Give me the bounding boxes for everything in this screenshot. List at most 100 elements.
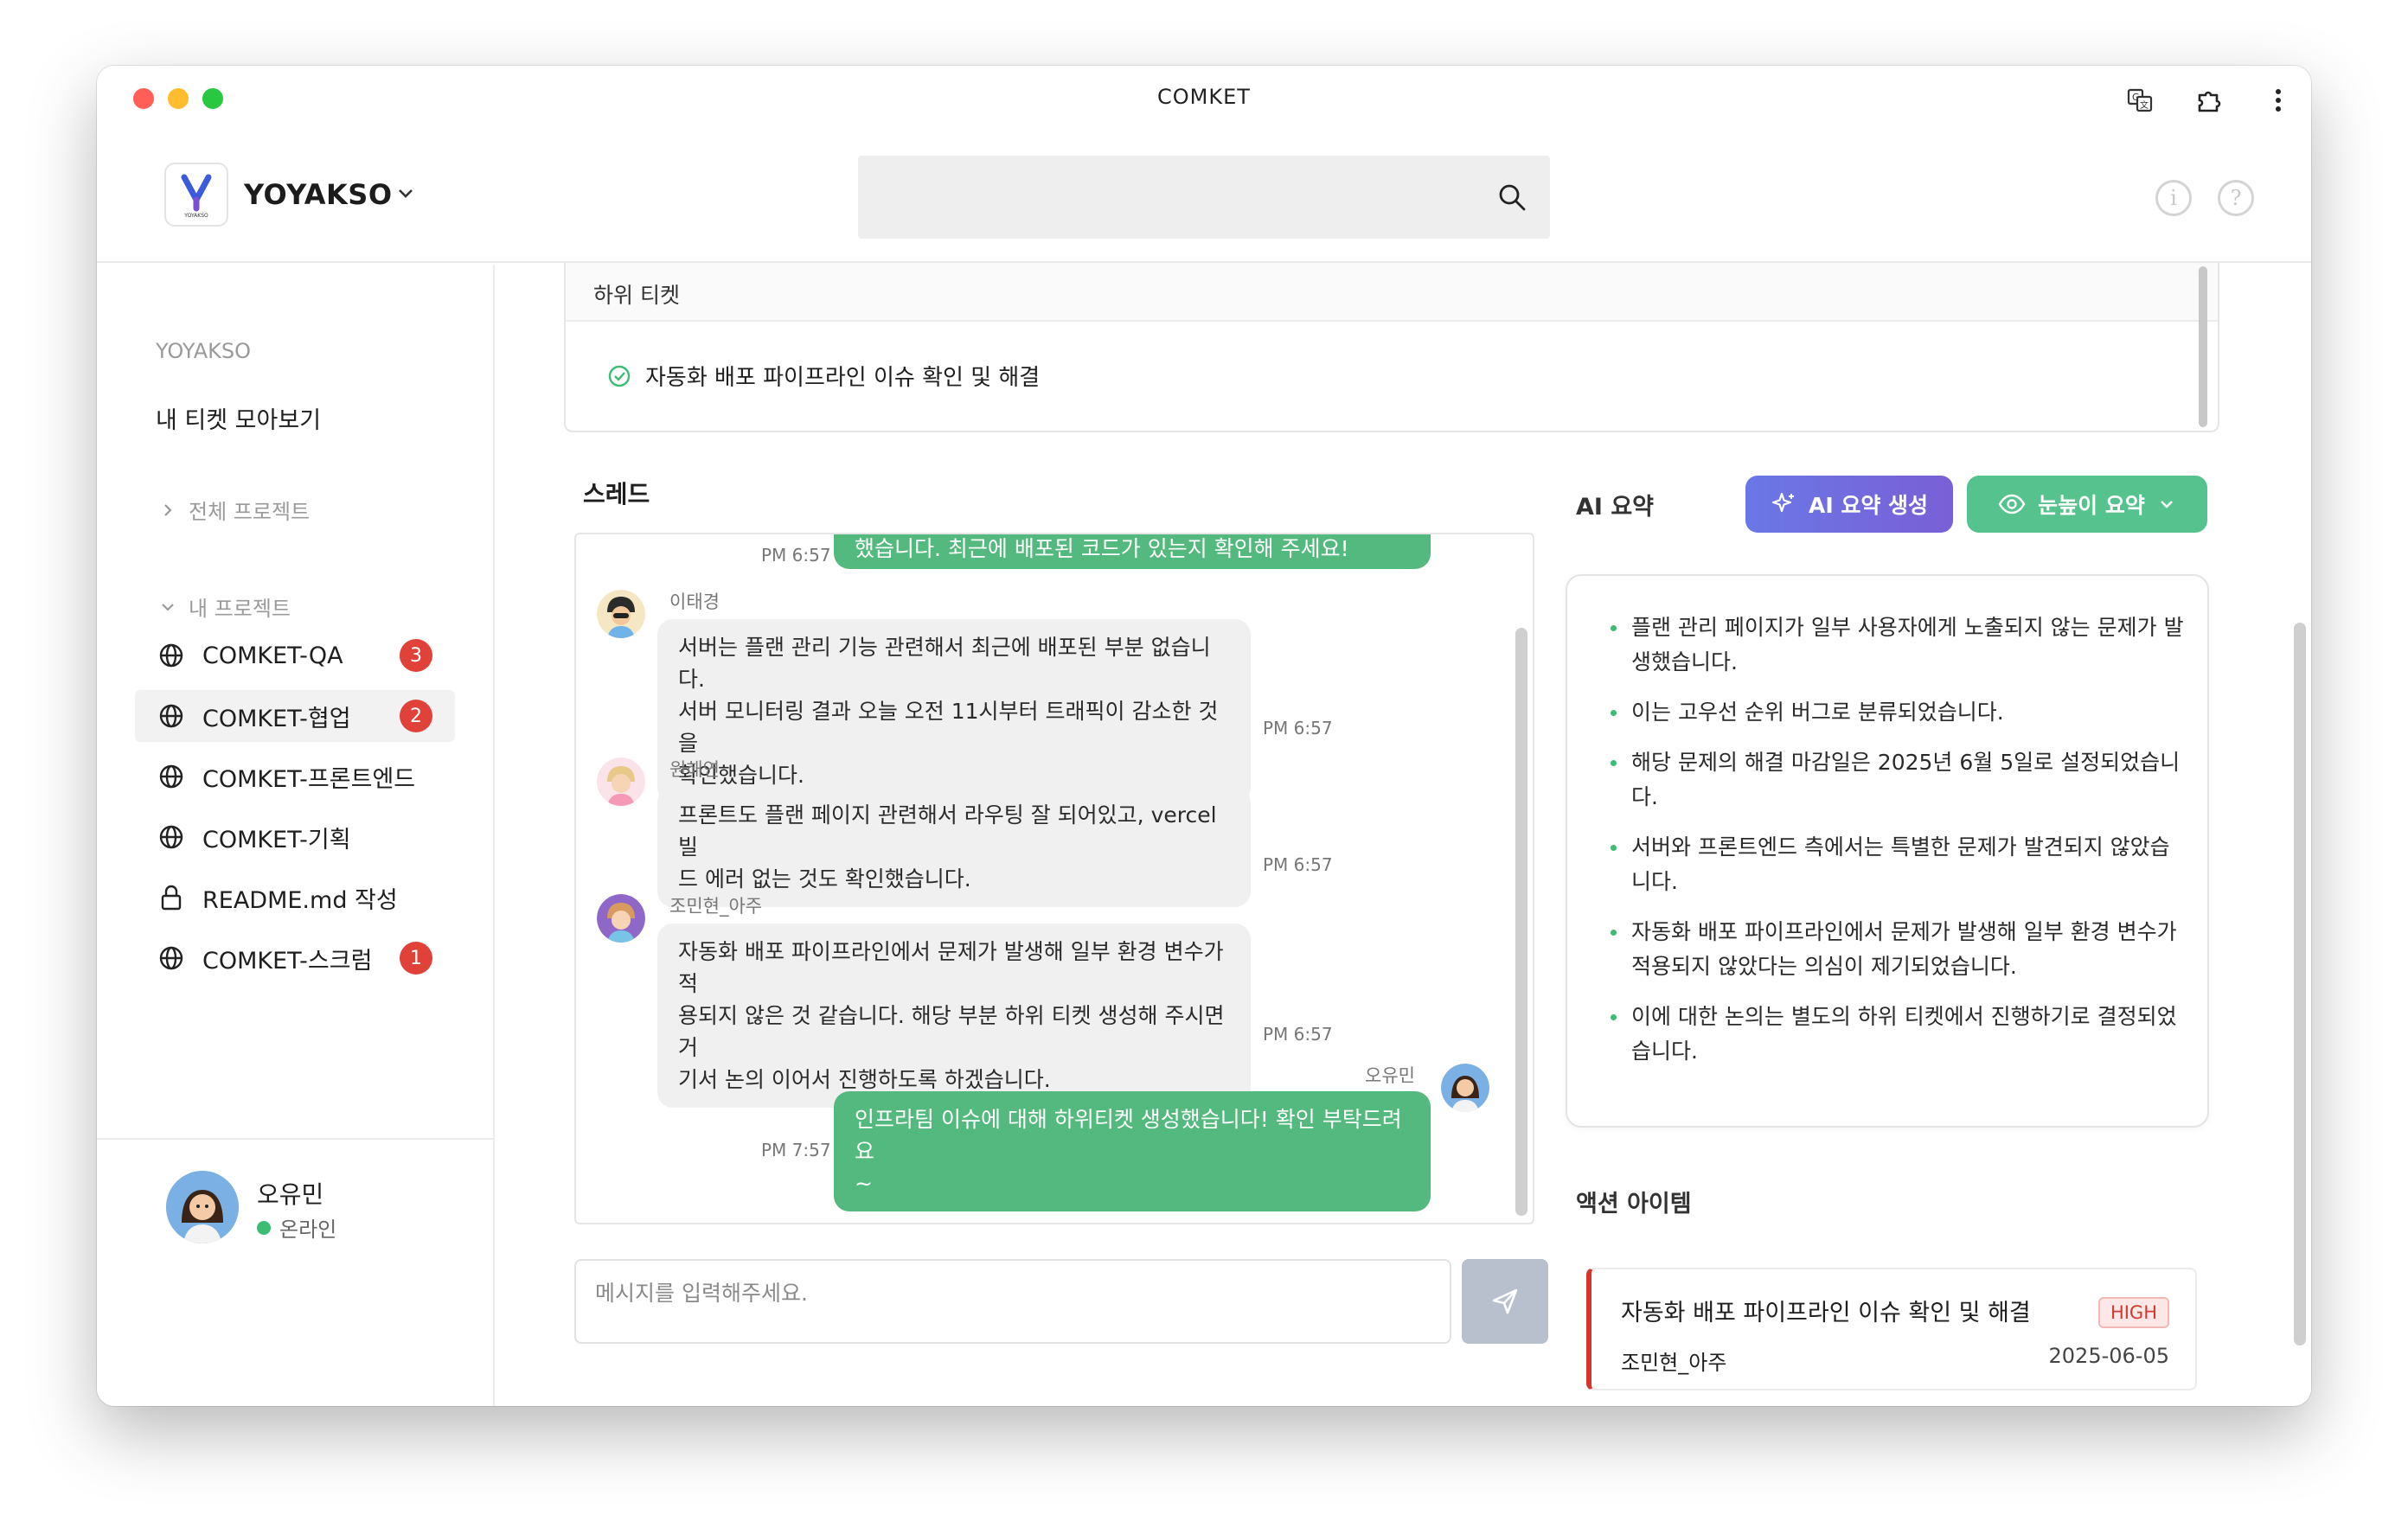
window-title: COMKET: [1157, 85, 1251, 109]
chevron-down-icon: [162, 603, 174, 611]
sidebar-section-label: YOYAKSO: [156, 339, 252, 363]
message-time: PM 6:57: [1263, 1024, 1333, 1045]
sender-avatar[interactable]: [597, 590, 645, 638]
subtickets-card: 하위 티켓 자동화 배포 파이프라인 이슈 확인 및 해결: [564, 263, 2219, 432]
message-sender: 오유민: [1365, 1065, 1415, 1086]
sparkle-icon: [1771, 492, 1794, 513]
message-sender: 원해연: [669, 759, 720, 780]
sidebar-item-comket-frontend[interactable]: COMKET-프론트엔드: [135, 751, 455, 802]
chevron-down-icon: [2161, 501, 2173, 508]
sidebar-item-label: README.md 작성: [202, 886, 398, 914]
check-circle-icon: [608, 365, 631, 387]
sidebar-item-label: COMKET-기획: [202, 826, 351, 853]
my-projects-label: 내 프로젝트: [189, 597, 291, 621]
ai-summary-generate-button[interactable]: AI 요약 생성: [1745, 476, 1953, 533]
all-projects-toggle[interactable]: 전체 프로젝트: [159, 495, 310, 525]
user-avatar[interactable]: [166, 1171, 239, 1243]
message-input-placeholder: 메시지를 입력해주세요.: [595, 1281, 808, 1306]
sidebar-item-comket-qa[interactable]: COMKET-QA 3: [135, 630, 455, 681]
summary-item: 이에 대한 논의는 별도의 하위 티켓에서 진행하기로 결정되었습니다.: [1611, 1000, 2185, 1069]
sidebar-item-label: COMKET-프론트엔드: [202, 765, 416, 793]
send-icon: [1492, 1288, 1518, 1314]
sender-avatar[interactable]: [597, 757, 645, 806]
help-icon[interactable]: ?: [2218, 180, 2254, 216]
thread-scrollbar[interactable]: [1515, 628, 1527, 1216]
user-status: 온라인: [257, 1212, 336, 1243]
subtickets-scrollbar[interactable]: [2199, 266, 2207, 427]
lock-icon: [154, 884, 189, 911]
level-summary-label: 눈높이 요약: [2038, 493, 2145, 518]
workspace-logo[interactable]: YOYAKSO: [164, 163, 228, 227]
translate-icon[interactable]: G文: [2123, 83, 2157, 118]
sidebar-divider: [97, 1138, 495, 1140]
search-icon[interactable]: [1496, 182, 1527, 216]
search-input[interactable]: [858, 156, 1550, 239]
sidebar-item-comket-scrum[interactable]: COMKET-스크럼 1: [135, 932, 455, 984]
subticket-item[interactable]: 자동화 배포 파이프라인 이슈 확인 및 해결: [607, 360, 1040, 392]
action-item-title: 자동화 배포 파이프라인 이슈 확인 및 해결: [1621, 1300, 2031, 1326]
message-time: PM 6:57: [1263, 854, 1333, 875]
thread-title: 스레드: [583, 480, 650, 508]
globe-icon: [154, 642, 189, 669]
unread-badge: 1: [400, 942, 432, 975]
more-vertical-icon[interactable]: [2261, 83, 2296, 118]
message-time: PM 6:57: [1263, 718, 1333, 738]
message-text: 했습니다. 최근에 배포된 코드가 있는지 확인해 주세요!: [855, 536, 1349, 561]
sender-avatar[interactable]: [597, 894, 645, 943]
action-item-assignee: 조민현_아주: [1621, 1351, 1727, 1375]
message-input[interactable]: 메시지를 입력해주세요.: [574, 1259, 1451, 1344]
app-window: COMKET G文 YOYAKSO YOYAKSO i ? YOYAKSO 내 …: [97, 66, 2311, 1406]
action-item-due-date: 2025-06-05: [2048, 1344, 2169, 1368]
sidebar-item-my-tickets[interactable]: 내 티켓 모아보기: [156, 401, 321, 435]
chevron-right-icon: [164, 503, 172, 516]
sidebar-item-readme[interactable]: README.md 작성: [135, 872, 455, 924]
summary-item: 이는 고우선 순위 버그로 분류되었습니다.: [1611, 695, 2185, 730]
priority-badge: HIGH: [2097, 1297, 2169, 1328]
summary-item: 자동화 배포 파이프라인에서 문제가 발생해 일부 환경 변수가 적용되지 않았…: [1611, 915, 2185, 984]
message-bubble-mine: 인프라팀 이슈에 대해 하위티켓 생성했습니다! 확인 부탁드려요 ~: [834, 1091, 1431, 1211]
globe-icon: [154, 763, 189, 790]
message-time: PM 7:57: [761, 1140, 831, 1160]
unread-badge: 3: [400, 639, 432, 672]
ai-summary-list: 플랜 관리 페이지가 일부 사용자에게 노출되지 않는 문제가 발생했습니다. …: [1611, 610, 2185, 1084]
sidebar-item-label: COMKET-스크럼: [202, 947, 373, 975]
summary-item: 플랜 관리 페이지가 일부 사용자에게 노출되지 않는 문제가 발생했습니다.: [1611, 610, 2185, 680]
unread-badge: 2: [400, 700, 432, 732]
ai-summary-title: AI 요약: [1576, 494, 1655, 521]
action-item-card[interactable]: 자동화 배포 파이프라인 이슈 확인 및 해결 HIGH 조민현_아주 2025…: [1586, 1268, 2197, 1390]
workspace-name[interactable]: YOYAKSO: [244, 178, 393, 211]
globe-icon: [154, 944, 189, 972]
sidebar-item-label: COMKET-QA: [202, 642, 343, 669]
action-items-title: 액션 아이템: [1576, 1191, 1692, 1218]
extension-puzzle-icon[interactable]: [2192, 83, 2226, 118]
info-icon[interactable]: i: [2155, 180, 2192, 216]
ai-summary-generate-label: AI 요약 생성: [1808, 493, 1929, 518]
sidebar-item-comket-planning[interactable]: COMKET-기획: [135, 811, 455, 863]
svg-text:文: 文: [2140, 99, 2149, 111]
message-bubble: 프론트도 플랜 페이지 관련해서 라우팅 잘 되어있고, vercel 빌 드 …: [657, 787, 1251, 907]
my-projects-toggle[interactable]: 내 프로젝트: [159, 591, 291, 622]
svg-text:YOYAKSO: YOYAKSO: [183, 213, 208, 219]
subticket-title: 자동화 배포 파이프라인 이슈 확인 및 해결: [645, 365, 1041, 391]
chevron-down-icon[interactable]: [394, 182, 417, 208]
send-button[interactable]: [1462, 1259, 1548, 1344]
user-status-text: 온라인: [279, 1218, 337, 1242]
thread-panel: 했습니다. 최근에 배포된 코드가 있는지 확인해 주세요! PM 6:57 이…: [574, 533, 1534, 1224]
message-sender: 조민현_아주: [669, 896, 763, 917]
sidebar-item-comket-collab[interactable]: COMKET-협업 2: [135, 690, 455, 742]
level-summary-dropdown[interactable]: 눈높이 요약: [1967, 476, 2207, 533]
sender-avatar[interactable]: [1441, 1064, 1489, 1112]
online-indicator: [257, 1220, 271, 1235]
message-sender: 이태경: [669, 591, 720, 612]
message-time: PM 6:57: [761, 545, 831, 566]
message-bubble-mine: 했습니다. 최근에 배포된 코드가 있는지 확인해 주세요!: [834, 534, 1431, 569]
globe-icon: [154, 823, 189, 851]
subtickets-title: 하위 티켓: [593, 283, 680, 308]
main-scrollbar[interactable]: [2294, 623, 2306, 1345]
message-bubble: 자동화 배포 파이프라인에서 문제가 발생해 일부 환경 변수가 적 용되지 않…: [657, 924, 1251, 1108]
eye-icon: [1998, 494, 2026, 515]
summary-item: 서버와 프론트엔드 측에서는 특별한 문제가 발견되지 않았습니다.: [1611, 830, 2185, 899]
sidebar-item-label: COMKET-협업: [202, 705, 351, 732]
title-bar: COMKET G文: [97, 66, 2311, 135]
all-projects-label: 전체 프로젝트: [189, 500, 311, 524]
